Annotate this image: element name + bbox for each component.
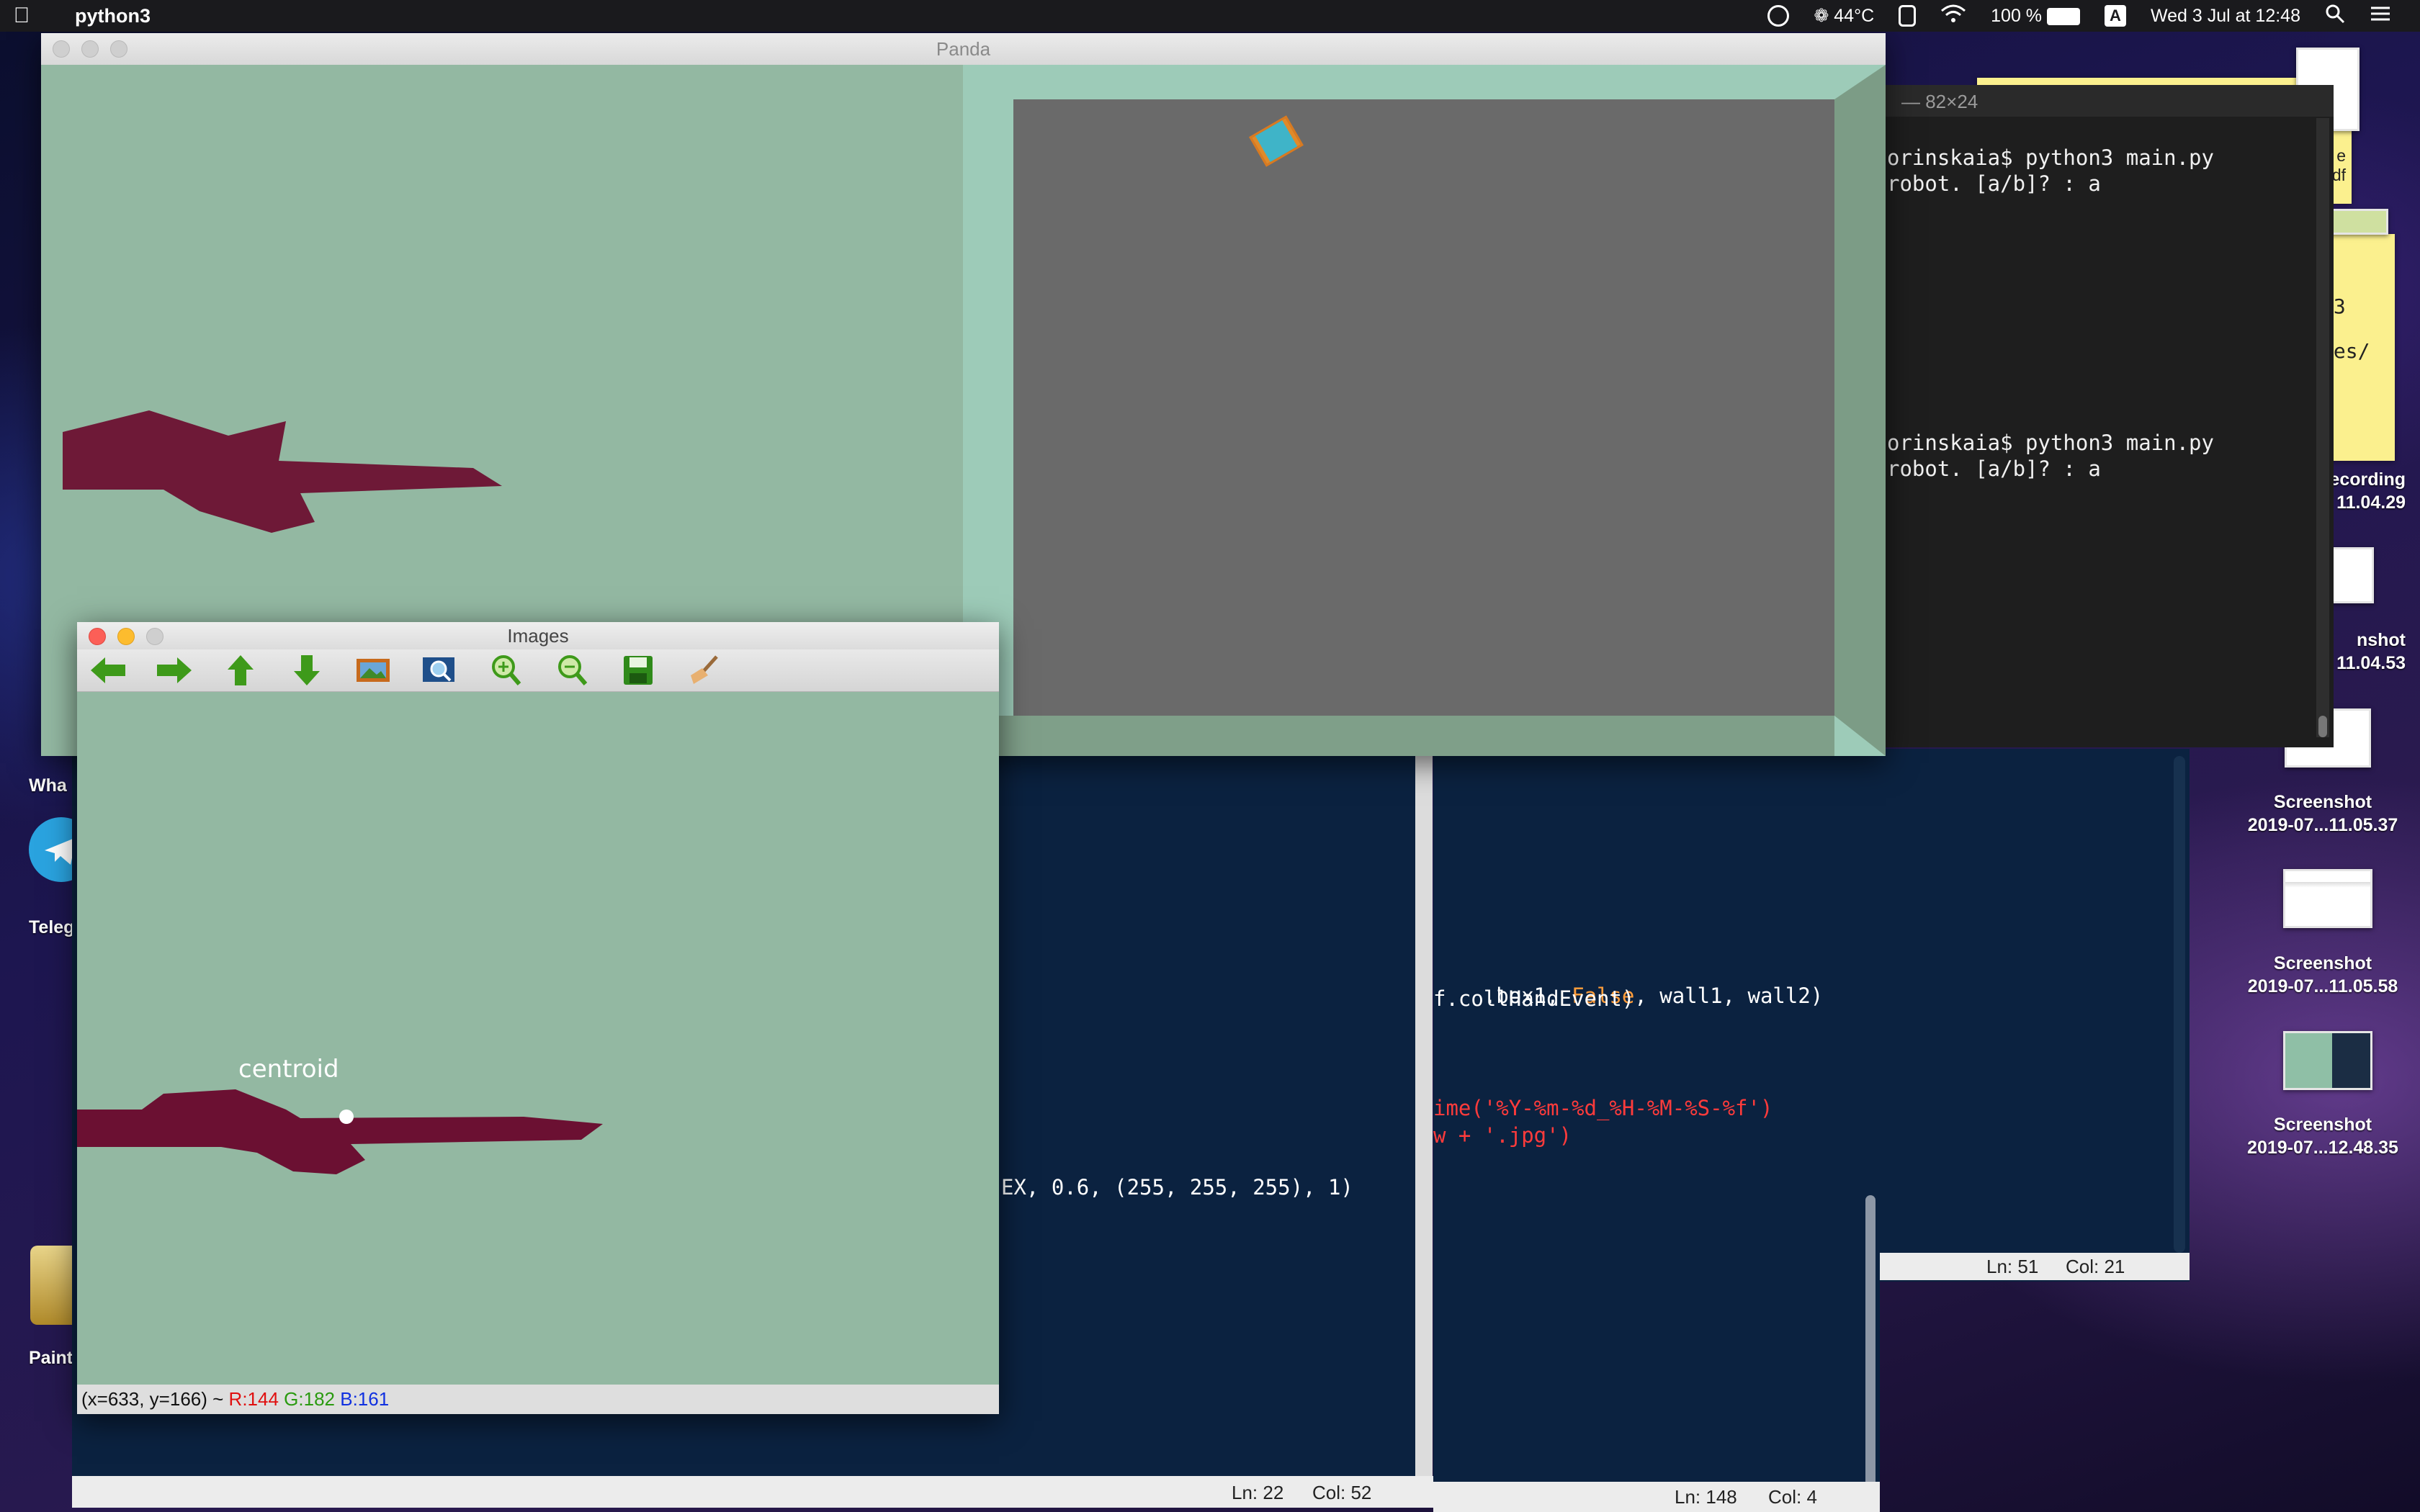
arena-floor [1013,99,1834,716]
file-thumbnail[interactable] [2283,869,2372,928]
terminal-line: robot. [a/b]? : a [1887,456,2101,481]
scrollbar[interactable] [2316,118,2329,737]
editor-status-bar: Ln: 22 Col: 52 [72,1476,1433,1508]
terminal-line: orinskaia$ python3 main.py [1887,431,2214,455]
column-number: Col: 4 [1768,1486,1817,1508]
minimize-button[interactable] [81,40,99,58]
window-divider [1415,749,1433,1483]
search-icon[interactable] [2325,4,2345,29]
scrollbar[interactable] [1865,1195,1876,1512]
pixel-red: R:144 [228,1388,279,1410]
target-shape [77,1089,603,1174]
desktop-item-label[interactable]: Screenshot 2019-07...11.05.37 [2233,791,2413,837]
desktop-item-label[interactable]: Screenshot 2019-07...12.48.35 [2233,1113,2413,1159]
lock-icon[interactable] [1899,5,1917,27]
code-line: EX, 0.6, (255, 255, 255), 1) [1001,1175,1353,1200]
temperature-text: 44°C [1834,6,1875,26]
code-line: f.collHandEvent) [1433,986,1635,1011]
code-line: w + '.jpg') [1433,1123,1572,1148]
app-menu[interactable]: python3 [75,5,151,27]
arena-wall-bottom [963,716,1834,756]
images-toolbar [77,649,999,692]
up-arrow-icon[interactable] [218,654,263,687]
centroid-label: centroid [238,1055,339,1084]
menu-bar:  python3 ❁ 44°C 100 % A Wed 3 Jul at 12… [0,0,2420,32]
arena-wall-right [1834,65,1886,756]
clock[interactable]: Wed 3 Jul at 12:48 [2151,6,2300,27]
editor-window-right[interactable]: .box1, False, wall1, wall2) f.collHandEv… [1433,749,1880,1512]
back-arrow-icon[interactable] [86,654,130,687]
simulation-view [963,65,1886,756]
editor-status-bar: Ln: 51 Col: 21 [1873,1253,2190,1280]
column-number: Col: 52 [1312,1482,1372,1503]
file-thumbnail[interactable] [2326,209,2388,235]
line-number: Ln: 22 [1232,1482,1284,1503]
pixel-coords: (x=633, y=166) ~ [81,1388,224,1410]
editor-status-bar: Ln: 148 Col: 4 [1433,1482,1880,1512]
file-thumbnail[interactable] [2329,547,2374,603]
skype-icon[interactable] [1767,5,1790,27]
images-status-bar: (x=633, y=166) ~ R:144 G:182 B:161 [77,1385,999,1414]
panda-titlebar[interactable]: Panda [41,33,1886,65]
desktop-item-label[interactable]: Screenshot 2019-07...11.05.58 [2233,952,2413,998]
images-titlebar[interactable]: Images [77,622,999,649]
close-button[interactable] [89,628,106,645]
zoom-fit-icon[interactable] [417,654,462,687]
column-number: Col: 21 [2066,1256,2125,1277]
image-canvas[interactable]: centroid [77,692,999,1385]
terminal-title: — 82×24 [1901,91,1978,112]
scrollbar[interactable] [2174,756,2185,1253]
file-thumbnail[interactable] [2283,1031,2372,1090]
pixel-green: G:182 [284,1388,335,1410]
terminal-line: robot. [a/b]? : a [1887,171,2101,196]
battery-icon [2046,7,2080,25]
pixel-blue: B:161 [340,1388,390,1410]
line-number: Ln: 51 [1986,1256,2039,1277]
down-arrow-icon[interactable] [284,654,329,687]
battery-indicator[interactable]: 100 % [1991,6,2080,27]
line-number: Ln: 148 [1675,1486,1737,1508]
window-title: Panda [936,38,991,60]
zoom-button[interactable] [110,40,127,58]
fan-icon: ❁ [1814,6,1829,26]
wifi-icon[interactable] [1940,4,1966,29]
close-button[interactable] [53,40,70,58]
editor-window-back[interactable] [1873,749,2190,1282]
scrollbar-thumb[interactable] [2318,716,2327,737]
terminal-line: orinskaia$ python3 main.py [1887,145,2214,170]
save-icon[interactable] [616,654,660,687]
battery-percent: 100 % [1991,5,2043,26]
image-icon[interactable] [351,654,395,687]
temperature-indicator[interactable]: ❁ 44°C [1814,5,1874,27]
centroid-marker [339,1110,354,1124]
clear-brush-icon[interactable] [682,654,727,687]
apple-menu-icon[interactable]:  [0,4,43,28]
terminal-titlebar[interactable]: — 82×24 [1873,85,2334,117]
target-shape [63,410,502,533]
control-center-icon[interactable] [2370,5,2391,27]
images-window[interactable]: Images centroid (x=633, y=166) ~ R:144 G… [77,622,999,1414]
zoom-button[interactable] [146,628,163,645]
code-line: ime('%Y-%m-%d_%H-%M-%S-%f') [1433,1096,1773,1120]
forward-arrow-icon[interactable] [152,654,197,687]
window-title: Images [507,625,569,647]
zoom-out-icon[interactable] [550,654,594,687]
zoom-in-icon[interactable] [483,654,528,687]
terminal-window[interactable]: — 82×24 orinskaia$ python3 main.py robot… [1873,85,2334,747]
minimize-button[interactable] [117,628,135,645]
input-source[interactable]: A [2104,5,2126,27]
